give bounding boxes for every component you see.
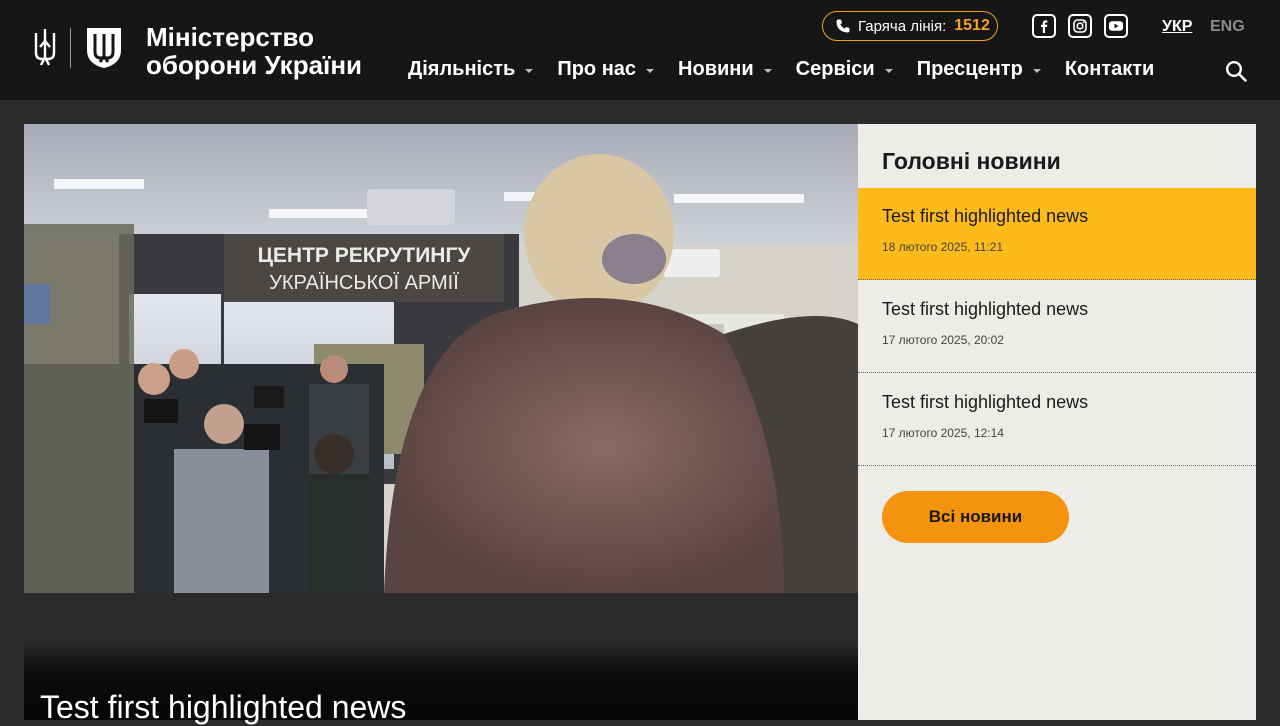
social-links [1032, 14, 1128, 38]
news-date: 17 лютого 2025, 20:02 [882, 333, 1004, 347]
hotline-label: Гаряча лінія: [858, 17, 947, 35]
nav-item-label: Пресцентр [916, 58, 1023, 80]
nav-item-services[interactable]: Сервіси [796, 58, 893, 81]
hero-photo: ЦЕНТР РЕКРУТИНГУ УКРАЇНСЬКОЇ АРМІЇ [24, 124, 858, 593]
nav-item-label: Контакти [1064, 58, 1155, 80]
news-list-item[interactable]: Test first highlighted news 17 лютого 20… [858, 281, 1256, 373]
top-news-sidebar: Головні новини Test first highlighted ne… [858, 124, 1256, 720]
all-news-button[interactable]: Всі новини [882, 491, 1069, 543]
facebook-icon[interactable] [1032, 14, 1056, 38]
ministry-name: Міністерство оборони України [146, 23, 406, 79]
phone-icon [836, 19, 850, 33]
instagram-icon[interactable] [1068, 14, 1092, 38]
logo-divider [70, 28, 71, 68]
nav-item-label: Новини [678, 58, 754, 80]
caret-down-icon [763, 68, 772, 73]
news-title: Test first highlighted news [882, 206, 1089, 226]
hotline-button[interactable]: Гаряча лінія: 1512 [822, 11, 998, 41]
nav-item-about[interactable]: Про нас [557, 58, 655, 81]
youtube-icon[interactable] [1104, 14, 1128, 38]
ministry-name-line1: Міністерство [146, 22, 315, 52]
hero-title[interactable]: Test first highlighted news [40, 689, 406, 726]
news-title: Test first highlighted news [882, 299, 1089, 319]
lang-eng-link[interactable]: ENG [1210, 18, 1245, 36]
search-icon[interactable] [1225, 60, 1247, 82]
nav-item-label: Сервіси [795, 58, 875, 80]
hero-caption: Test first highlighted news [24, 593, 858, 725]
news-list-item[interactable]: Test first highlighted news 17 лютого 20… [858, 374, 1256, 466]
nav-item-news[interactable]: Новини [678, 58, 772, 81]
banner-text-line1: ЦЕНТР РЕКРУТИНГУ [258, 244, 472, 267]
nav-item-press-center[interactable]: Пресцентр [917, 58, 1041, 81]
caret-down-icon [646, 68, 655, 73]
news-date: 18 лютого 2025, 11:21 [882, 240, 1004, 254]
news-list-item-active[interactable]: Test first highlighted news 18 лютого 20… [858, 188, 1256, 280]
ministry-name-line2: оборони України [146, 50, 363, 80]
shield-icon [87, 28, 121, 68]
banner-text-line2: УКРАЇНСЬКОЇ АРМІЇ [269, 272, 459, 294]
hotline-number: 1512 [954, 17, 990, 34]
hero-image[interactable]: ЦЕНТР РЕКРУТИНГУ УКРАЇНСЬКОЇ АРМІЇ [24, 124, 858, 593]
trident-icon [34, 29, 56, 66]
caret-down-icon [884, 68, 893, 73]
nav-item-label: Про нас [557, 58, 637, 80]
news-title: Test first highlighted news [882, 392, 1089, 412]
nav-item-activity[interactable]: Діяльність [408, 58, 534, 81]
caret-down-icon [1032, 68, 1041, 73]
site-header: Міністерство оборони України Гаряча ліні… [0, 0, 1280, 100]
nav-item-label: Діяльність [408, 58, 516, 80]
ministry-logo[interactable]: Міністерство оборони України [32, 23, 362, 79]
nav-item-contacts[interactable]: Контакти [1065, 58, 1155, 81]
news-date: 17 лютого 2025, 12:14 [882, 426, 1004, 440]
lang-ukr-link[interactable]: УКР [1162, 18, 1192, 36]
sidebar-heading: Головні новини [882, 148, 1061, 174]
caret-down-icon [525, 68, 534, 73]
main-nav: Діяльність Про нас Новини Сервіси Пресце… [408, 58, 1178, 81]
